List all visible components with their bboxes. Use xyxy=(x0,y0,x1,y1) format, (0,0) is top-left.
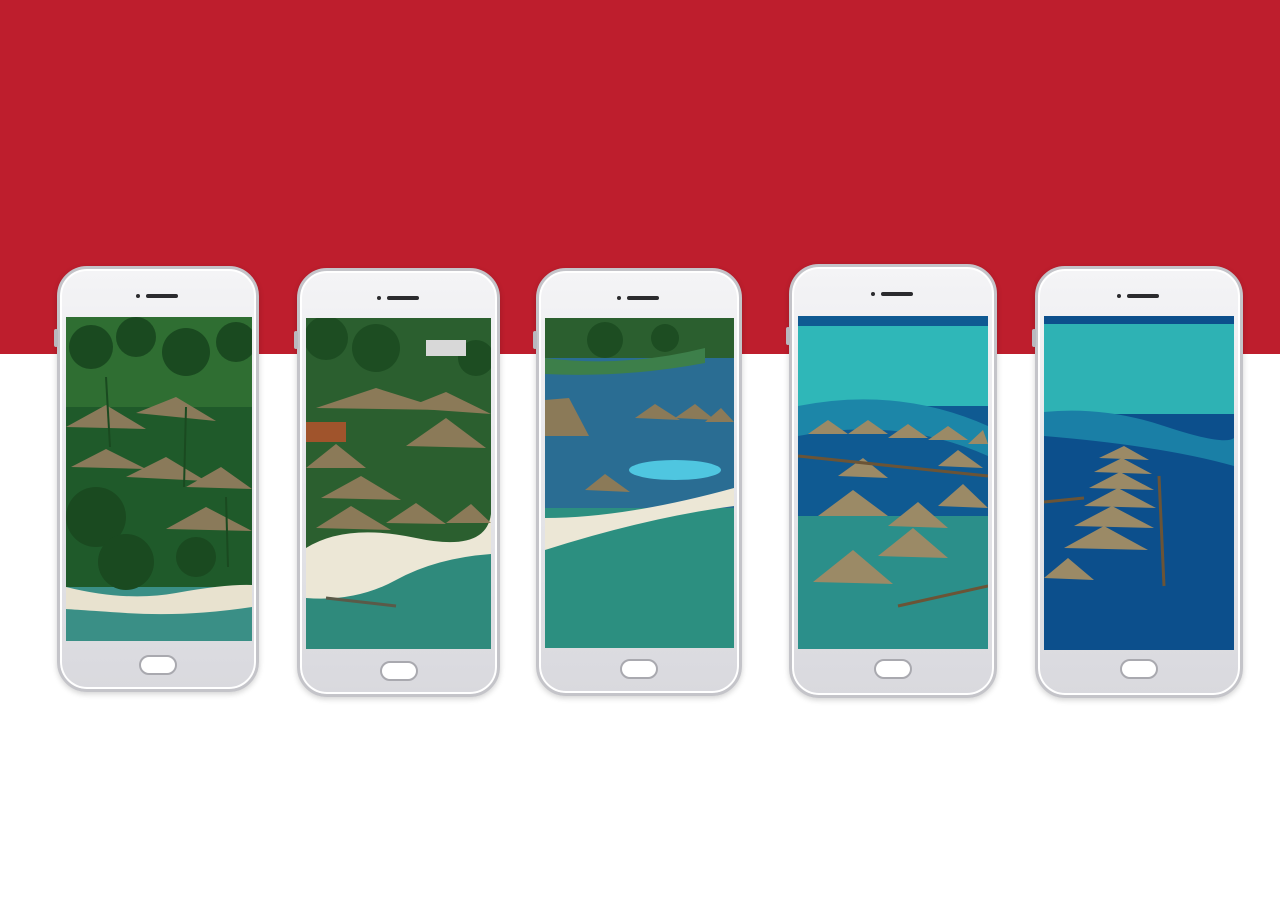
phone-speaker-camera xyxy=(376,295,421,301)
phone-side-button xyxy=(1032,329,1036,347)
overwater-bungalows-photo xyxy=(798,316,988,649)
phone-speaker-camera xyxy=(1117,293,1161,299)
phone-mockup-5 xyxy=(1032,266,1243,698)
phone-speaker-camera xyxy=(871,291,915,297)
phone-side-button xyxy=(54,329,58,347)
phone-side-button xyxy=(294,331,298,349)
phone-screen-photo-3 xyxy=(545,318,734,648)
phone-mockup-4 xyxy=(786,264,997,698)
phone-side-button xyxy=(786,327,790,345)
home-button[interactable] xyxy=(1120,659,1158,679)
home-button[interactable] xyxy=(620,659,658,679)
phone-screen-photo-1 xyxy=(66,317,252,641)
home-button[interactable] xyxy=(874,659,912,679)
phone-screen-photo-5 xyxy=(1044,316,1234,650)
phone-mockup-2 xyxy=(294,268,500,697)
phone-screen-photo-2 xyxy=(306,318,491,649)
beach-bungalows-photo xyxy=(306,318,491,649)
phone-speaker-camera xyxy=(136,293,180,299)
home-button[interactable] xyxy=(139,655,177,675)
palm-grove-bungalows-photo xyxy=(66,317,252,641)
phone-speaker-camera xyxy=(617,295,661,301)
phone-side-button xyxy=(533,331,537,349)
phone-screen-photo-4 xyxy=(798,316,988,649)
home-button[interactable] xyxy=(379,661,418,681)
phone-mockup-3 xyxy=(533,268,742,696)
overwater-bungalows-pier-photo xyxy=(1044,316,1234,650)
pool-lagoon-photo xyxy=(545,318,734,648)
phone-mockup-1 xyxy=(54,266,259,692)
